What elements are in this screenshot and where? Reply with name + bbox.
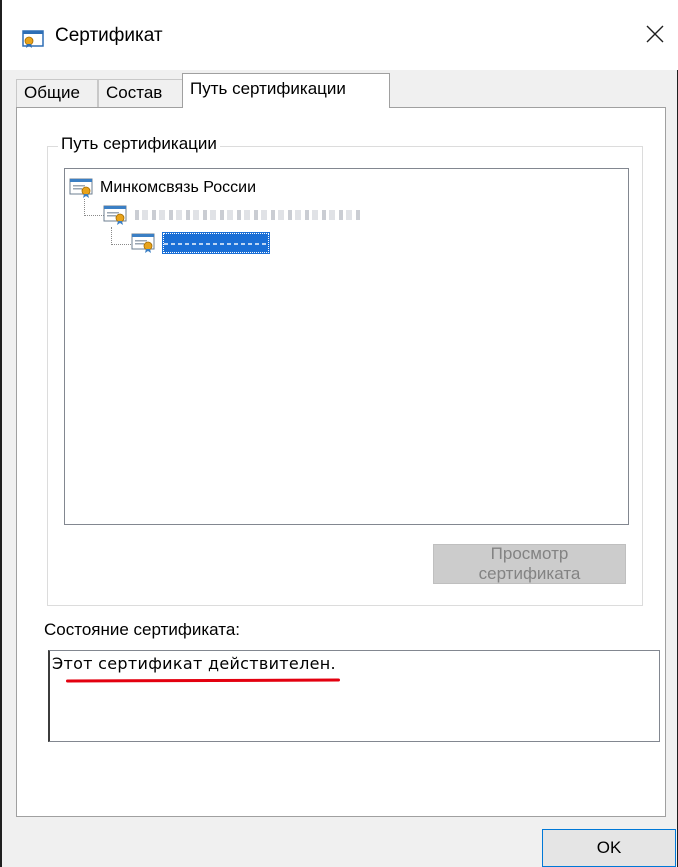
certificate-dialog: Сертификат Общие Состав Путь сертификаци… (0, 0, 678, 867)
selected-redacted-label (162, 232, 270, 254)
title-bar: Сертификат (2, 0, 678, 70)
tree-node-leaf[interactable] (131, 232, 270, 254)
group-title: Путь сертификации (58, 134, 220, 154)
tree-node-label: Минкомсвязь России (100, 179, 257, 196)
certificate-icon (22, 29, 44, 49)
tab-panel: Путь сертификации Минкомсвязь России Про… (16, 107, 666, 817)
tree-connector (84, 215, 104, 216)
view-certificate-button[interactable]: Просмотр сертификата (433, 544, 626, 584)
tab-general[interactable]: Общие (16, 79, 98, 107)
red-underline-annotation (65, 678, 341, 683)
tree-node-root[interactable]: Минкомсвязь России (69, 177, 256, 199)
tree-connector (111, 244, 131, 245)
certificate-status-text: Этот сертификат действителен. (52, 654, 336, 673)
tree-node-intermediate[interactable] (103, 204, 361, 226)
certificate-status-box[interactable]: Этот сертификат действителен. (48, 650, 660, 742)
certificate-icon (69, 177, 95, 199)
ok-button[interactable]: OK (542, 829, 676, 867)
tree-connector (111, 227, 112, 245)
certificate-icon (103, 204, 129, 226)
window-title: Сертификат (55, 25, 163, 46)
certificate-icon (131, 232, 157, 254)
tab-strip: Общие Состав Путь сертификации (16, 73, 666, 108)
tab-certification-path[interactable]: Путь сертификации (182, 73, 390, 108)
tab-details[interactable]: Состав (98, 79, 184, 107)
certification-path-group: Путь сертификации Минкомсвязь России Про… (47, 134, 643, 606)
certification-path-tree[interactable]: Минкомсвязь России (64, 168, 629, 525)
certificate-status-label: Состояние сертификата: (44, 620, 241, 639)
close-icon (646, 25, 664, 48)
tree-connector (84, 199, 85, 216)
close-button[interactable] (632, 14, 678, 58)
redacted-label (135, 210, 361, 220)
